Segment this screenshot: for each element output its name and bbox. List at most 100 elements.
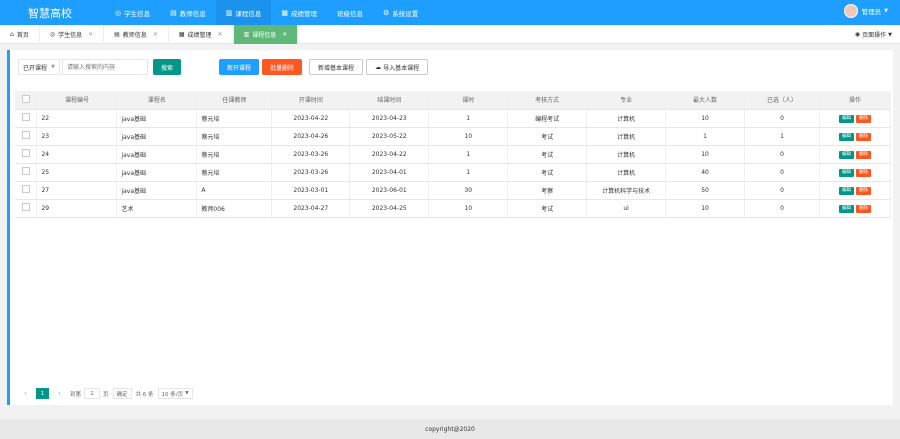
user-icon: ◎ [115,8,122,17]
tab-grades[interactable]: ▦ 成绩管理 ✕ [169,24,234,44]
table-cell: 2023-06-01 [349,181,430,200]
row-checkbox[interactable] [21,203,30,211]
col-header[interactable]: 任课教师 [196,91,273,110]
table-cell: 蔡元培 [196,145,273,164]
row-checkbox[interactable] [21,167,30,175]
row-select-cell[interactable] [15,163,38,182]
delete-button[interactable]: 删除 [855,204,871,213]
col-header[interactable]: 课程名 [116,91,198,110]
nav-label: 教师信息 [179,9,206,18]
col-header[interactable]: 课时 [428,91,509,110]
delete-button[interactable]: 删除 [855,168,871,177]
chevron-down-icon: ▼ [185,391,189,396]
book-icon: ▥ [243,30,250,38]
col-header[interactable]: 最大人数 [665,91,745,110]
chevron-down-icon: ▼ [888,31,892,38]
row-select-cell[interactable] [15,145,38,164]
page-ops-label: 页面操作 [862,32,887,39]
footer: copyright@2020 [0,419,900,439]
row-checkbox[interactable] [21,131,30,139]
row-actions: 编辑 删除 [819,127,892,146]
avatar [843,4,858,18]
search-input[interactable] [62,59,148,75]
select-all-checkbox[interactable] [21,94,30,103]
close-icon[interactable]: ✕ [153,31,158,38]
row-select-cell[interactable] [15,199,38,218]
new-course-button[interactable]: 新开课程 [219,59,260,75]
table-cell: 2023-04-26 [271,127,351,146]
gear-icon: ⚙ [382,8,390,17]
table-cell: 1 [428,109,509,128]
table-cell: 考察 [507,181,588,200]
goto-confirm-button[interactable]: 确定 [112,388,132,399]
add-basic-course-button[interactable]: 新增基本课程 [309,59,364,75]
nav-item-classes[interactable]: 班级信息 [327,0,373,25]
page-operations-menu[interactable]: ◉ 页面操作 ▼ [855,25,892,44]
row-select-cell[interactable] [15,109,38,128]
search-button[interactable]: 搜索 [153,59,182,75]
prev-page-button[interactable]: ‹ [19,388,32,399]
table-cell: 1 [665,127,745,146]
page-button-current[interactable]: 1 [36,388,49,399]
edit-button[interactable]: 编辑 [838,168,854,177]
page-size-select[interactable]: 10 条/页 ▼ [157,388,193,399]
course-filter-select[interactable]: 已开课程 ▼ [18,59,60,75]
row-select-cell[interactable] [15,181,38,200]
row-select-cell[interactable] [15,127,38,146]
tab-label: 首页 [16,31,29,39]
import-basic-course-button[interactable]: ☁ 导入基本课程 [366,59,429,75]
table-cell: java基础 [116,181,198,200]
tab-teachers[interactable]: ▤ 教师信息 ✕ [104,24,169,44]
table-cell: 10 [665,145,745,164]
edit-button[interactable]: 编辑 [838,186,854,195]
close-icon[interactable]: ✕ [88,31,93,38]
row-checkbox[interactable] [21,185,30,193]
nav-item-courses[interactable]: ▥ 课程信息 [215,0,272,25]
delete-button[interactable]: 删除 [855,132,871,141]
row-checkbox[interactable] [21,149,30,157]
tab-courses[interactable]: ▥ 课程信息 ✕ [233,24,299,44]
edit-button[interactable]: 编辑 [838,114,854,123]
nav-label: 课程信息 [235,9,262,18]
upload-icon: ☁ [375,63,382,71]
tab-home[interactable]: ⌂ 首页 [0,24,40,44]
edit-button[interactable]: 编辑 [838,132,854,141]
row-actions: 编辑 删除 [819,181,892,200]
user-menu[interactable]: 管理员 ▼ [843,4,888,18]
nav-item-settings[interactable]: ⚙ 系统设置 [373,0,428,25]
edit-button[interactable]: 编辑 [838,150,854,159]
table-cell: 29 [36,199,118,218]
goto-page-input[interactable]: 1 [84,388,101,399]
delete-button[interactable]: 删除 [855,186,871,195]
close-icon[interactable]: ✕ [218,31,223,38]
col-header[interactable]: 课程编号 [36,91,118,110]
main-content: 已开课程 ▼ 搜索 新开课程 批量删除 新增基本课程 ☁ 导入基本课程 课程编号… [7,50,893,405]
table-cell: 25 [36,163,118,182]
table-cell: 艺术 [116,199,198,218]
delete-button[interactable]: 删除 [855,150,871,159]
table-cell: java基础 [116,109,198,128]
next-page-button[interactable]: › [53,388,66,399]
table-cell: 考试 [507,163,588,182]
select-all-cell[interactable] [15,91,38,110]
batch-delete-button[interactable]: 批量删除 [262,59,303,75]
col-header[interactable]: 考核方式 [507,91,588,110]
nav-item-teachers[interactable]: ▤ 教师信息 [160,0,216,25]
col-header[interactable]: 专业 [586,91,667,110]
col-header[interactable]: 结课时间 [349,91,430,110]
col-header: 操作 [819,91,892,110]
col-header[interactable]: 已选（人） [744,91,820,110]
nav-item-grades[interactable]: ▦ 成绩管理 [271,0,327,25]
row-checkbox[interactable] [21,113,30,121]
col-header[interactable]: 开课时间 [271,91,351,110]
table-cell: 0 [744,181,820,200]
tab-students[interactable]: ◎ 学生信息 ✕ [40,24,105,44]
goto-suffix: 页 [103,391,109,398]
chevron-down-icon: ▼ [884,8,888,14]
delete-button[interactable]: 删除 [855,114,871,123]
total-count: 共 6 条 [135,391,154,398]
close-icon[interactable]: ✕ [282,31,287,38]
nav-item-students[interactable]: ◎ 学生信息 [105,0,160,25]
row-actions: 编辑 删除 [819,145,892,164]
edit-button[interactable]: 编辑 [838,204,854,213]
